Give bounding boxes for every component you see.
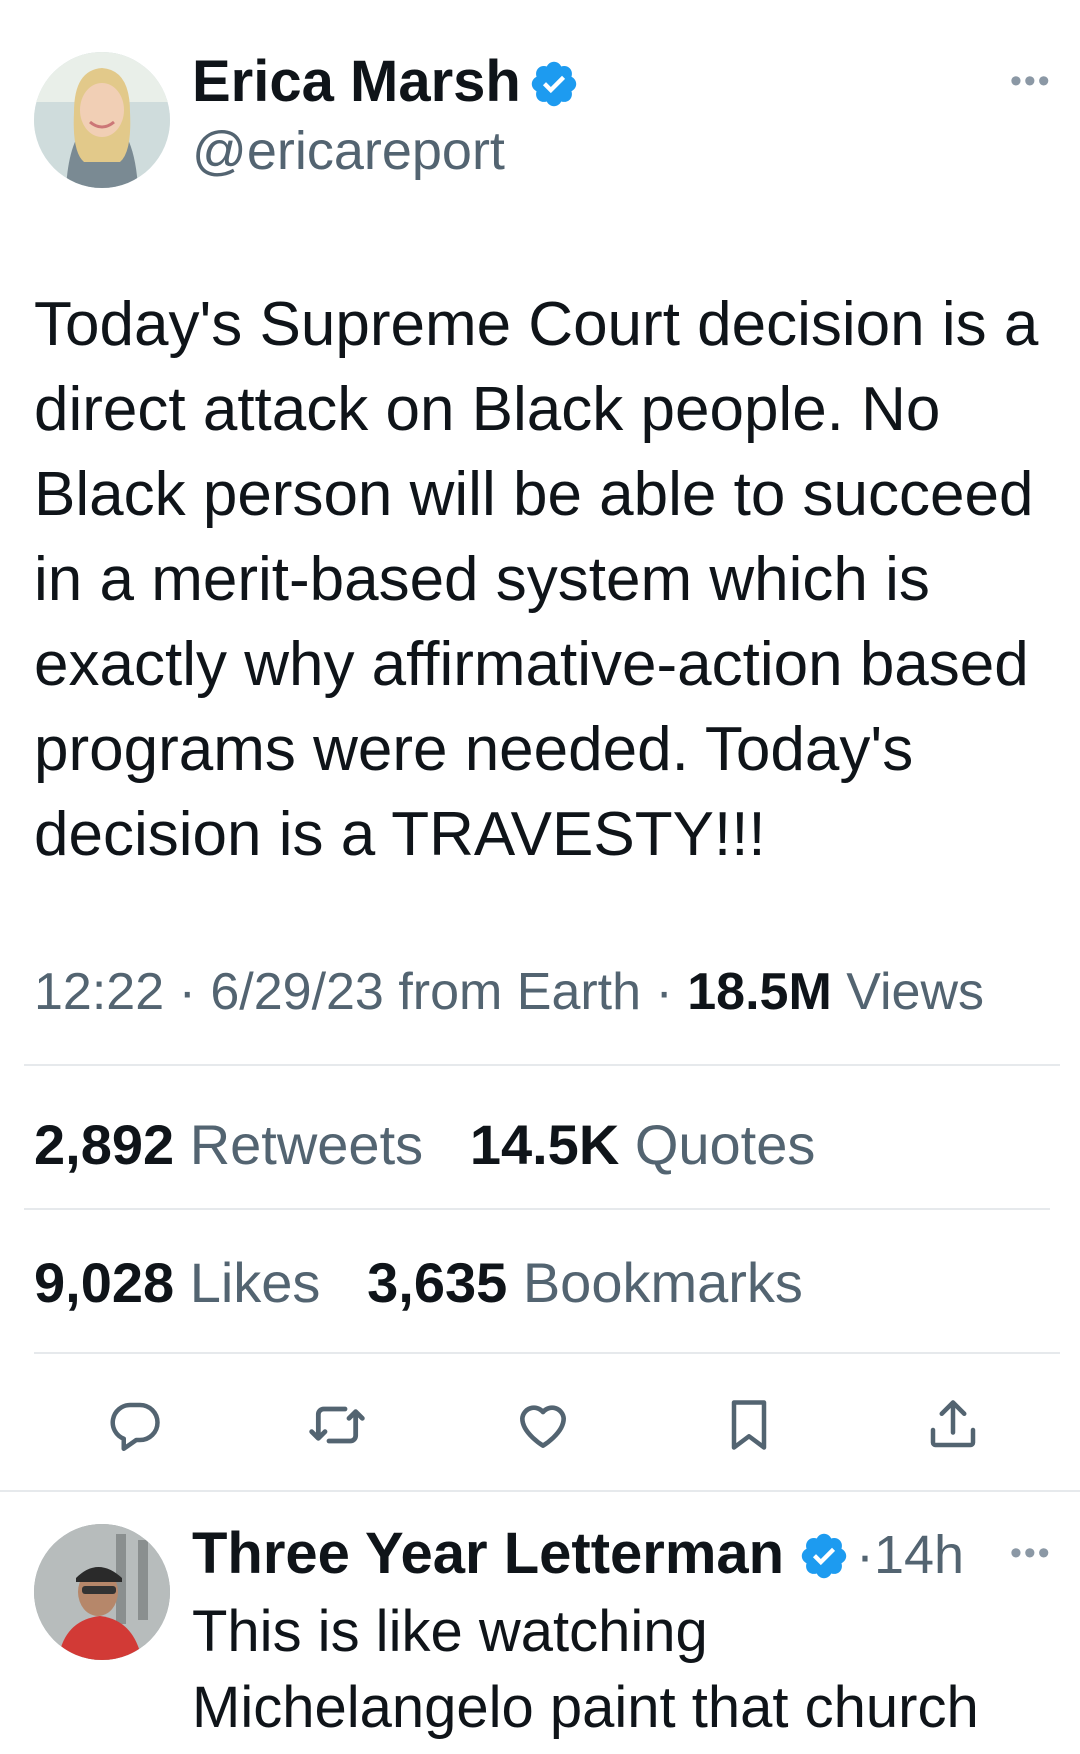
reply-text: This is like watching Michelangelo paint… bbox=[192, 1594, 1072, 1746]
like-button[interactable] bbox=[508, 1390, 578, 1460]
divider bbox=[24, 1208, 1050, 1210]
reply-time[interactable]: ·14h bbox=[856, 1524, 964, 1586]
bookmarks-label: Bookmarks bbox=[522, 1251, 803, 1314]
tweet-text: Today's Supreme Court decision is a dire… bbox=[34, 290, 1039, 869]
tweet-meta: 12:22 · 6/29/23 from Earth · 18.5M Views bbox=[34, 962, 984, 1022]
reply-author-name[interactable]: Three Year Letterman bbox=[192, 1520, 784, 1587]
retweet-icon bbox=[309, 1406, 365, 1444]
share-button[interactable] bbox=[918, 1390, 988, 1460]
author-handle[interactable]: @ericareport bbox=[192, 120, 505, 182]
tweet-date: 6/29/23 bbox=[210, 963, 384, 1021]
reply-author-avatar[interactable] bbox=[34, 1524, 170, 1660]
meta-separator: · bbox=[856, 1525, 874, 1585]
divider bbox=[24, 1064, 1060, 1066]
bookmarks-count: 3,635 bbox=[367, 1251, 508, 1314]
bookmark-icon bbox=[731, 1400, 767, 1450]
retweets-quotes-row: 2,892 Retweets 14.5K Quotes bbox=[34, 1112, 815, 1177]
tweet-time: 12:22 bbox=[34, 963, 165, 1021]
likes-stat[interactable]: 9,028 Likes bbox=[34, 1251, 336, 1314]
bookmark-button[interactable] bbox=[714, 1390, 784, 1460]
retweets-count: 2,892 bbox=[34, 1113, 175, 1176]
likes-count: 9,028 bbox=[34, 1251, 175, 1314]
meta-separator: · bbox=[178, 963, 211, 1021]
retweet-button[interactable] bbox=[302, 1390, 372, 1460]
likes-label: Likes bbox=[189, 1251, 321, 1314]
views-count: 18.5M bbox=[687, 963, 832, 1021]
likes-bookmarks-row: 9,028 Likes 3,635 Bookmarks bbox=[34, 1250, 803, 1315]
tweet-source: from Earth bbox=[398, 963, 642, 1021]
verified-badge-icon bbox=[531, 61, 577, 107]
bookmarks-stat[interactable]: 3,635 Bookmarks bbox=[367, 1251, 803, 1314]
verified-badge-icon bbox=[801, 1533, 847, 1579]
divider bbox=[0, 1490, 1080, 1492]
author-avatar[interactable] bbox=[34, 52, 170, 188]
heart-icon bbox=[520, 1405, 566, 1448]
retweets-stat[interactable]: 2,892 Retweets bbox=[34, 1113, 439, 1176]
author-name[interactable]: Erica Marsh bbox=[192, 48, 521, 115]
meta-separator: · bbox=[655, 963, 688, 1021]
reply-button[interactable] bbox=[100, 1390, 170, 1460]
retweets-label: Retweets bbox=[189, 1113, 424, 1176]
quotes-stat[interactable]: 14.5K Quotes bbox=[470, 1113, 816, 1176]
reply-author-name-label: Three Year Letterman bbox=[192, 1521, 785, 1586]
more-options-icon[interactable]: ••• bbox=[1010, 62, 1052, 101]
divider bbox=[34, 1352, 1060, 1354]
reply-text-line: This is like watching bbox=[192, 1599, 708, 1664]
reply-more-options-icon[interactable]: ••• bbox=[1010, 1534, 1052, 1573]
share-icon bbox=[930, 1400, 976, 1448]
reply-time-label: 14h bbox=[873, 1525, 965, 1585]
quotes-count: 14.5K bbox=[469, 1113, 620, 1176]
views-label: Views bbox=[846, 963, 985, 1021]
reply-text-line: Michelangelo paint that church bbox=[192, 1675, 979, 1740]
quotes-label: Quotes bbox=[634, 1113, 816, 1176]
reply-icon bbox=[110, 1402, 160, 1451]
author-name-label: Erica Marsh bbox=[192, 49, 521, 114]
